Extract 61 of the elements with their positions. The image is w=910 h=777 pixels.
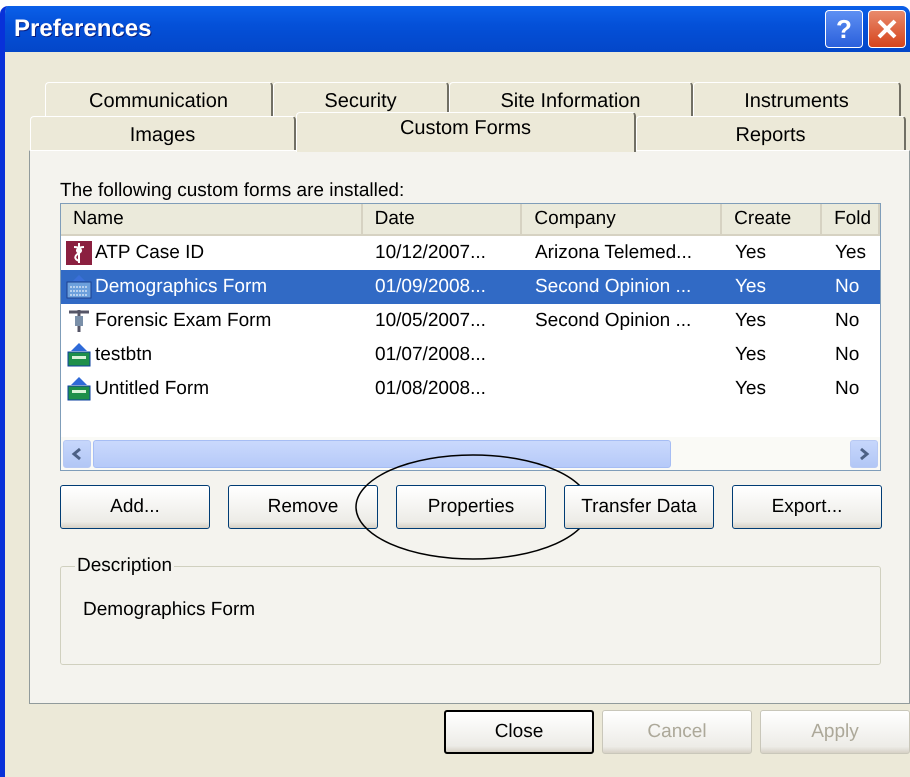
form-name: Untitled Form xyxy=(95,378,210,400)
window-title: Preferences xyxy=(14,15,152,43)
form-name: Demographics Form xyxy=(95,276,268,298)
list-row[interactable]: Forensic Exam Form 10/05/2007... Second Opinion ... Yes No xyxy=(61,304,880,338)
keyboard-form-icon xyxy=(65,274,93,300)
table-cell-text: Yes xyxy=(734,310,767,332)
action-button[interactable]: Add... xyxy=(60,485,210,529)
column-header[interactable]: Company xyxy=(522,204,722,234)
table-cell-text: Yes xyxy=(734,344,767,366)
table-cell-text: 01/09/2008... xyxy=(374,276,487,298)
table-cell-text: No xyxy=(834,276,860,298)
tab[interactable]: Instruments xyxy=(693,82,901,116)
column-header[interactable]: Name xyxy=(61,204,363,234)
table-cell-text: No xyxy=(834,344,860,366)
list-row[interactable]: ATP Case ID 10/12/2007... Arizona Telemed... Yes Yes xyxy=(61,236,880,270)
dialog-button[interactable]: Close xyxy=(444,710,594,754)
table-cell-text: No xyxy=(834,310,860,332)
table-cell-text: Yes xyxy=(834,242,867,264)
table-cell-text: Second Opinion ... xyxy=(534,310,692,332)
action-button[interactable]: Export... xyxy=(732,485,882,529)
form-name: Forensic Exam Form xyxy=(95,310,272,332)
list-label: The following custom forms are installed: xyxy=(60,181,406,201)
column-header[interactable]: Create xyxy=(722,204,822,234)
tab[interactable]: Security xyxy=(273,82,449,116)
action-button[interactable]: Remove xyxy=(228,485,378,529)
scroll-right-button[interactable] xyxy=(850,440,878,468)
table-cell-text: No xyxy=(834,378,860,400)
action-button[interactable]: Properties xyxy=(396,485,546,529)
tab[interactable]: Site Information xyxy=(449,82,693,116)
group-legend: Description xyxy=(75,555,174,577)
caduceus-icon xyxy=(65,240,93,266)
close-icon xyxy=(876,18,898,40)
table-cell-text: 01/07/2008... xyxy=(374,344,487,366)
table-cell-text: Second Opinion ... xyxy=(534,276,692,298)
list-row[interactable]: testbtn 01/07/2008... Yes No xyxy=(61,338,880,372)
scroll-left-button[interactable] xyxy=(63,440,91,468)
list-row[interactable]: Demographics Form 01/09/2008... Second Opinion ... Yes No xyxy=(61,270,880,304)
scroll-thumb[interactable] xyxy=(93,440,671,468)
table-cell-text: Arizona Telemed... xyxy=(534,242,694,264)
tab[interactable]: Reports xyxy=(636,116,906,150)
table-cell-text: Yes xyxy=(734,276,767,298)
form-name: ATP Case ID xyxy=(95,242,204,264)
list-row[interactable]: Untitled Form 01/08/2008... Yes No xyxy=(61,372,880,406)
tab[interactable]: Communication xyxy=(45,82,273,116)
tab[interactable]: Custom Forms xyxy=(296,112,636,152)
table-cell-text: Yes xyxy=(734,378,767,400)
table-cell-text: 10/12/2007... xyxy=(374,242,487,264)
forms-list[interactable] xyxy=(60,203,881,471)
form-icon xyxy=(65,342,93,368)
form-name: testbtn xyxy=(95,344,152,366)
column-header[interactable]: Date xyxy=(362,204,522,234)
description-text: Demographics Form xyxy=(83,599,256,621)
form-icon xyxy=(65,376,93,402)
tab[interactable]: Images xyxy=(30,116,296,150)
help-button[interactable]: ? xyxy=(825,10,863,48)
table-cell-text: 01/08/2008... xyxy=(374,378,487,400)
table-cell-text: 10/05/2007... xyxy=(374,310,487,332)
table-cell-text: Yes xyxy=(734,242,767,264)
close-button[interactable] xyxy=(868,10,906,48)
column-header[interactable]: Fold xyxy=(822,204,880,234)
action-button[interactable]: Transfer Data xyxy=(564,485,714,529)
